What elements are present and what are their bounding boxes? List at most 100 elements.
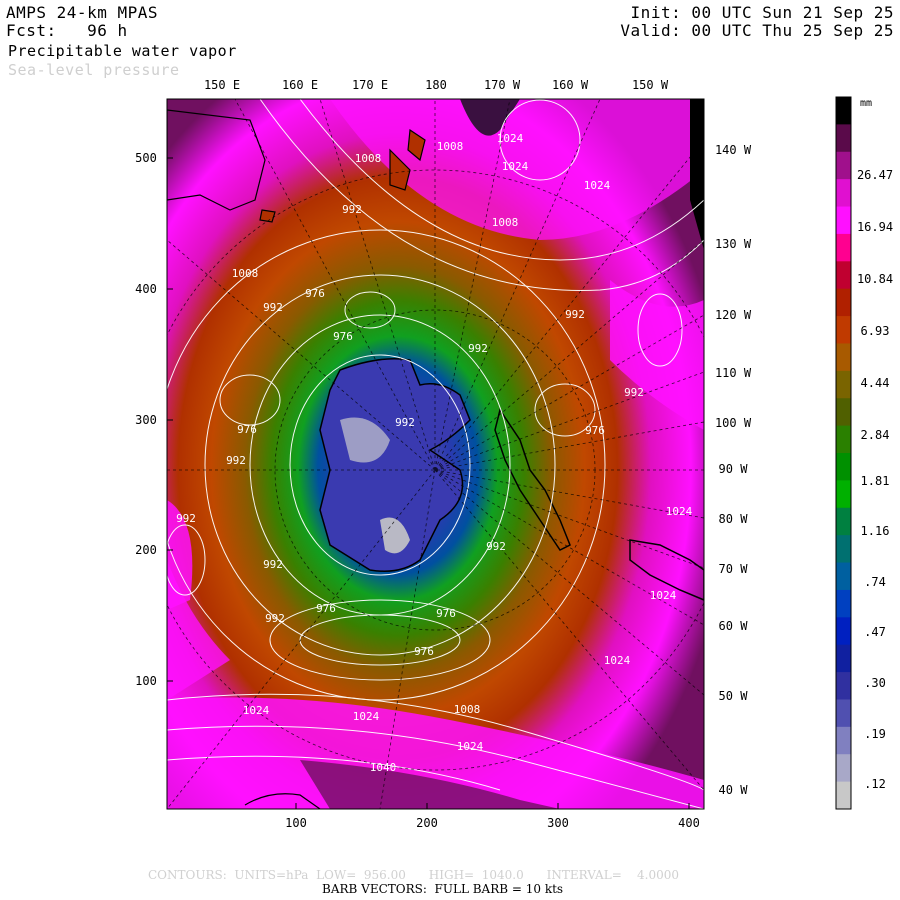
lon-label-right: 50 W [718, 689, 748, 703]
colorbar-label: 1.16 [860, 524, 890, 538]
pressure-label: 1008 [492, 216, 519, 229]
colorbar-swatch [836, 453, 851, 481]
colorbar-swatch [836, 206, 851, 235]
x-tick-label: 100 [285, 816, 307, 830]
colorbar-swatch [836, 179, 851, 208]
pressure-label: 976 [305, 287, 325, 300]
colorbar-swatch [836, 233, 851, 262]
lon-label-right: 90 W [718, 462, 748, 476]
pressure-label: 976 [237, 423, 257, 436]
colorbar-swatch [836, 370, 851, 399]
colorbar-label: 4.44 [860, 376, 890, 390]
colorbar-swatch [836, 398, 851, 427]
colorbar-label: 1.81 [860, 474, 890, 488]
lon-label-right: 60 W [718, 619, 748, 633]
x-tick-label: 300 [547, 816, 569, 830]
colorbar-swatch [836, 316, 851, 344]
colorbar-swatch [836, 288, 851, 317]
colorbar-swatch [836, 754, 851, 783]
pressure-label: 1008 [355, 152, 382, 165]
pressure-label: 992 [263, 558, 283, 571]
lon-label-right: 80 W [718, 512, 748, 526]
pressure-label: 976 [316, 602, 336, 615]
colorbar-swatch [836, 589, 851, 618]
colorbar-label: 16.94 [856, 220, 894, 234]
colorbar-swatch [836, 261, 851, 290]
pressure-label: 992 [624, 386, 644, 399]
pressure-label: 976 [414, 645, 434, 658]
colorbar [835, 96, 852, 810]
colorbar-swatch [836, 781, 851, 810]
pressure-label: 1008 [232, 267, 259, 280]
colorbar-label: .12 [864, 777, 886, 791]
y-tick-label: 300 [135, 413, 157, 427]
lon-label-top: 150 W [631, 78, 669, 92]
pressure-label: 1008 [437, 140, 464, 153]
colorbar-label: .47 [864, 625, 886, 639]
pressure-label: 992 [468, 342, 488, 355]
lon-label-top: 170 E [351, 78, 389, 92]
colorbar-label: .30 [864, 676, 886, 690]
colorbar-label: .19 [864, 727, 886, 741]
colorbar-label: 10.84 [856, 272, 894, 286]
colorbar-swatch [836, 617, 851, 646]
lon-label-right: 100 W [714, 416, 752, 430]
pressure-label: 1024 [353, 710, 380, 723]
pressure-label: 1024 [243, 704, 270, 717]
colorbar-swatch [836, 343, 851, 372]
colorbar-swatch [836, 97, 851, 125]
pressure-label: 1008 [454, 703, 481, 716]
colorbar-swatch [836, 480, 851, 509]
pressure-label: 1024 [650, 589, 677, 602]
map-panel: 1024 1008 1024 1008 1024 992 1008 976 992 1008 992… [167, 99, 704, 809]
pressure-label: 992 [395, 416, 415, 429]
y-tick-label: 100 [135, 674, 157, 688]
y-tick-label: 400 [135, 282, 157, 296]
colorbar-units: mm [859, 98, 873, 109]
lon-label-right: 140 W [714, 143, 752, 157]
colorbar-swatch [836, 562, 851, 591]
colorbar-swatch [836, 535, 851, 564]
pressure-label: 1024 [584, 179, 611, 192]
lon-label-right: 40 W [718, 783, 748, 797]
lon-label-top: 170 W [483, 78, 521, 92]
contour-info: CONTOURS: UNITS=hPa LOW= 956.00 HIGH= 10… [148, 868, 679, 882]
lon-label-right: 120 W [714, 308, 752, 322]
lon-label-right: 70 W [718, 562, 748, 576]
lon-label-top: 180 [425, 78, 447, 92]
lon-label-top: 160 E [281, 78, 319, 92]
pressure-label: 992 [176, 512, 196, 525]
pressure-label: 992 [265, 612, 285, 625]
pressure-label: 992 [226, 454, 246, 467]
colorbar-swatch [836, 507, 851, 536]
colorbar-label: 6.93 [860, 324, 890, 338]
lon-label-top: 160 W [551, 78, 589, 92]
colorbar-swatch [836, 644, 851, 673]
lon-label-top: 150 E [203, 78, 241, 92]
colorbar-swatch [836, 672, 851, 700]
pressure-label: 992 [342, 203, 362, 216]
colorbar-swatch [836, 425, 851, 454]
pressure-label: 976 [436, 607, 456, 620]
x-tick-label: 200 [416, 816, 438, 830]
pressure-label: 992 [263, 301, 283, 314]
pressure-label: 1024 [497, 132, 524, 145]
pressure-label: 1024 [604, 654, 631, 667]
pressure-label: 1024 [457, 740, 484, 753]
x-tick-label: 400 [678, 816, 700, 830]
pressure-label: 1024 [502, 160, 529, 173]
lon-label-right: 110 W [714, 366, 752, 380]
barb-info: BARB VECTORS: FULL BARB = 10 kts [322, 882, 564, 896]
colorbar-label: 2.84 [860, 428, 890, 442]
lon-label-right: 130 W [714, 237, 752, 251]
pressure-label: 976 [333, 330, 353, 343]
colorbar-swatch [836, 151, 851, 180]
pressure-label: 1040 [370, 761, 397, 774]
pressure-label: 1024 [666, 505, 693, 518]
colorbar-label: .74 [864, 575, 886, 589]
y-tick-label: 500 [135, 151, 157, 165]
pressure-label: 976 [585, 424, 605, 437]
y-tick-label: 200 [135, 543, 157, 557]
colorbar-swatch [836, 699, 851, 728]
colorbar-swatch [836, 726, 851, 755]
